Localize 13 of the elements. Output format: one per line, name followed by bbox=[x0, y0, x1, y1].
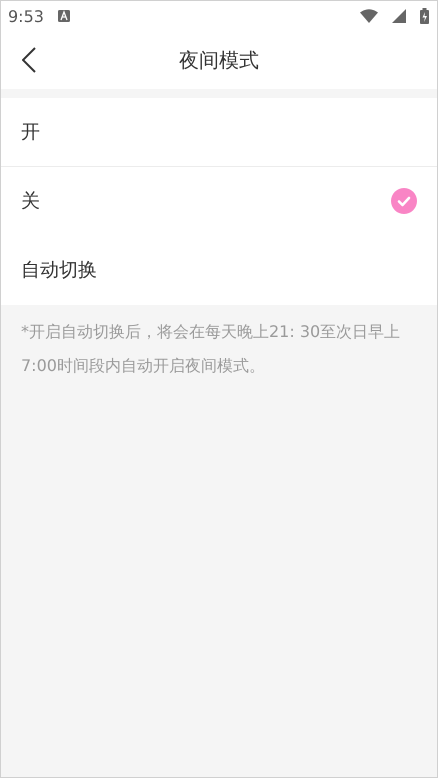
battery-icon bbox=[420, 8, 429, 24]
option-label: 关 bbox=[21, 189, 41, 214]
page-title: 夜间模式 bbox=[179, 46, 259, 74]
option-row[interactable]: 自动切换 bbox=[1, 236, 437, 305]
signal-icon bbox=[392, 9, 406, 23]
note-text: *开启自动切换后，将会在每天晚上21: 30至次日早上7:00时间段内自动开启夜间模式。 bbox=[20, 321, 402, 377]
option-row[interactable]: 关 bbox=[1, 167, 437, 236]
option-label: 开 bbox=[21, 120, 41, 145]
wifi-icon bbox=[360, 9, 378, 23]
status-time: 9:53 bbox=[8, 6, 44, 26]
option-row[interactable]: 开 bbox=[1, 98, 437, 167]
notification-icon bbox=[58, 10, 70, 22]
option-label: 自动切换 bbox=[21, 258, 98, 283]
